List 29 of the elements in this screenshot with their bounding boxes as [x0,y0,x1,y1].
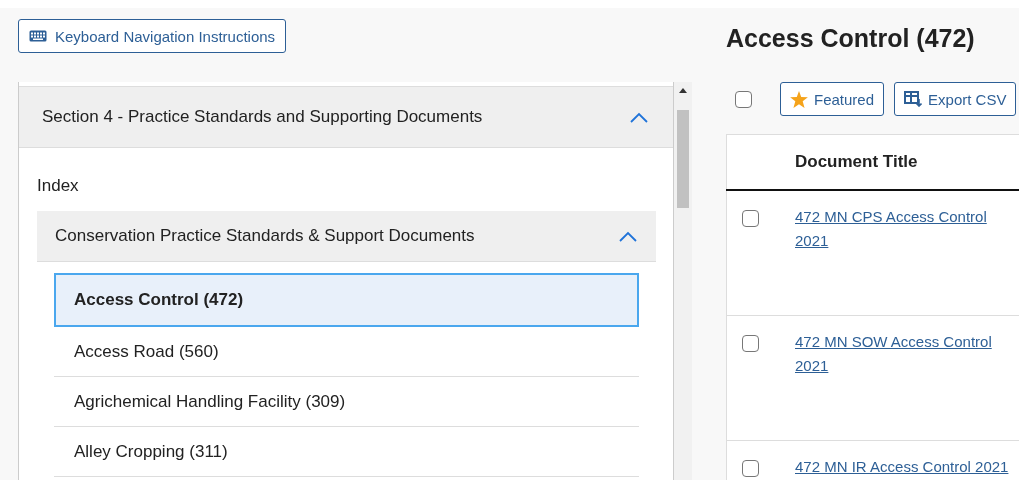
star-icon [790,90,808,108]
document-link[interactable]: 472 MN IR Access Control 2021 [795,455,1019,480]
scroll-thumb[interactable] [677,110,689,208]
group-header[interactable]: Conservation Practice Standards & Support Documents [37,211,656,262]
export-button[interactable]: Export CSV [894,82,1017,116]
keyboard-icon [29,30,47,42]
featured-button[interactable]: Featured [780,82,885,116]
section-title: Section 4 - Practice Standards and Supporting Documents [42,107,483,127]
column-header: Document Title [795,134,1019,190]
sidebar-item[interactable]: Access Control (472) [54,273,639,327]
document-link[interactable]: 472 MN SOW Access Control 2021 [795,330,1019,440]
section-header[interactable]: Section 4 - Practice Standards and Supporting Documents [19,86,673,148]
chevron-icon[interactable] [629,111,649,123]
row-checkbox[interactable] [742,335,759,352]
page-title: Access Control (472) [726,23,976,54]
sidebar-item[interactable]: Alley Cropping (311) [54,427,639,477]
sidebar-item[interactable]: Agrichemical Handling Facility (309) [54,377,639,427]
document-link[interactable]: 472 MN CPS Access Control 2021 [795,205,1019,315]
scrollbar[interactable] [674,82,692,480]
keyboard-instructions-button[interactable]: Keyboard Navigation Instructions [18,19,287,53]
chevron-icon[interactable] [618,230,638,242]
table-export-icon [904,91,923,107]
scroll-up-icon[interactable] [679,88,687,93]
sidebar-link[interactable]: Index [37,161,656,211]
group-title: Conservation Practice Standards & Support Documents [55,226,475,246]
row-checkbox[interactable] [742,460,759,477]
row-checkbox[interactable] [742,210,759,227]
sidebar-item[interactable]: Access Road (560) [54,327,639,377]
select-all-checkbox[interactable] [735,90,752,108]
